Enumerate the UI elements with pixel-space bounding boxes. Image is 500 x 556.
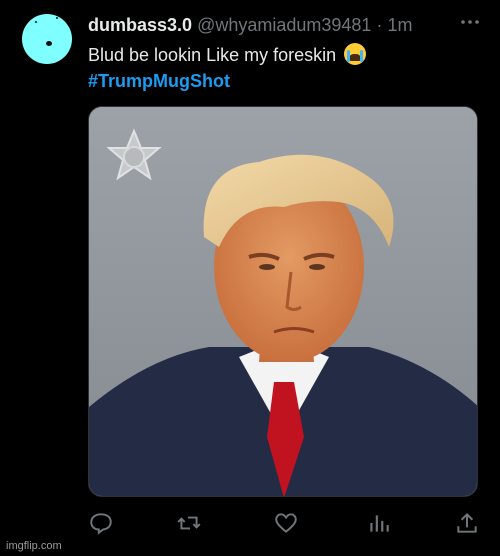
mugshot-photo [89, 107, 477, 496]
watermark: imgflip.com [6, 540, 62, 552]
like-icon[interactable] [273, 510, 299, 536]
avatar-spot [46, 41, 52, 46]
timestamp[interactable]: 1m [387, 15, 412, 35]
tweet-text: Blud be lookin Like my foreskin [88, 43, 367, 67]
separator: · [376, 15, 383, 35]
tweet-photo[interactable] [88, 106, 478, 497]
tweet[interactable]: dumbass3.0 @whyamiadum39481 · 1m Blud be… [0, 0, 500, 556]
views-icon[interactable] [366, 510, 392, 536]
avatar-speck [56, 17, 58, 19]
tweet-actions [88, 510, 478, 538]
retweet-icon[interactable] [176, 510, 202, 536]
hashtag-link[interactable]: #TrumpMugShot [88, 69, 230, 93]
avatar[interactable] [22, 14, 72, 64]
reply-icon[interactable] [88, 510, 114, 536]
crying-face-icon [344, 43, 367, 65]
avatar-speck [35, 21, 37, 23]
user-handle[interactable]: @whyamiadum39481 [197, 15, 371, 35]
more-options-icon[interactable] [458, 10, 482, 34]
share-icon[interactable] [454, 510, 480, 536]
tweet-header: dumbass3.0 @whyamiadum39481 · 1m [88, 14, 412, 36]
tweet-body: Blud be lookin Like my foreskin [88, 45, 337, 65]
display-name[interactable]: dumbass3.0 [88, 15, 192, 35]
